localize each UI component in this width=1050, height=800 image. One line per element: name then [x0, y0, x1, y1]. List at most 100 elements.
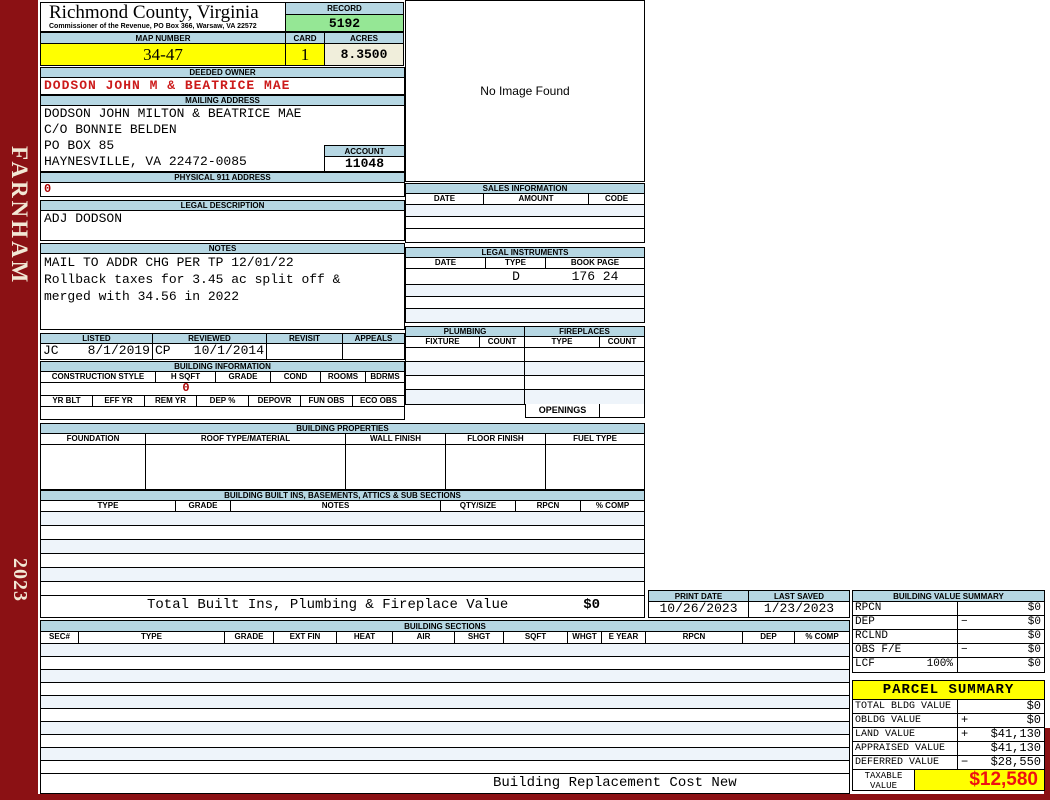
col-builtin-rpcn: RPCN: [516, 501, 581, 511]
county-subtitle: Commissioner of the Revenue, PO Box 366,…: [49, 23, 257, 30]
notes-box: MAIL TO ADDR CHG PER TP 12/01/22 Rollbac…: [40, 254, 405, 330]
col-foundation: FOUNDATION: [41, 434, 146, 444]
fuel-type-value: [546, 445, 644, 489]
listed-value: JC 8/1/2019: [41, 344, 153, 359]
building-info-header2: YR BLT EFF YR REM YR DEP % DEPOVR FUN OB…: [40, 396, 405, 407]
empty-row: [406, 376, 644, 390]
building-sections-title: BUILDING SECTIONS: [40, 620, 850, 632]
built-ins-total-row: Total Built Ins, Plumbing & Fireplace Va…: [41, 596, 644, 617]
col-eyear: E YEAR: [602, 632, 646, 643]
deeded-owner-value: DODSON JOHN M & BEATRICE MAE: [40, 78, 405, 95]
empty-row: [406, 362, 644, 376]
empty-row: [41, 761, 849, 774]
bvs-row-rpcn: RPCN $0: [853, 602, 1044, 616]
col-builtin-notes: NOTES: [231, 501, 441, 511]
building-properties-header-row: FOUNDATION ROOF TYPE/MATERIAL WALL FINIS…: [41, 434, 644, 445]
parcel-label: OBLDG VALUE: [855, 715, 922, 726]
empty-row: [406, 309, 644, 322]
col-instrument-date: DATE: [406, 258, 486, 268]
col-depovr: DEPOVR: [249, 396, 301, 406]
built-ins-title: BUILDING BUILT INS, BASEMENTS, ATTICS & …: [40, 490, 645, 501]
empty-row: [41, 709, 849, 722]
physical-address-value: 0: [40, 183, 405, 197]
col-sec: SEC#: [41, 632, 79, 643]
foundation-value: [41, 445, 146, 489]
col-instrument-type: TYPE: [486, 258, 546, 268]
empty-row: [41, 568, 644, 582]
building-properties-values: [41, 445, 644, 489]
plumbing-cell: [406, 362, 525, 375]
bvs-value: $0: [1027, 644, 1041, 656]
bvs-row-lcf: LCF 100% $0: [853, 658, 1044, 672]
building-info-values1: 0: [40, 382, 405, 396]
empty-row: [41, 540, 644, 554]
parcel-row-total-bldg: TOTAL BLDG VALUE $0: [853, 700, 1044, 714]
map-number-value: 34-47: [40, 43, 286, 66]
legal-instrument-row: D 176 24: [406, 269, 644, 285]
bvs-label: DEP: [855, 616, 875, 628]
notes-line: MAIL TO ADDR CHG PER TP 12/01/22: [44, 255, 294, 270]
built-ins-section: BUILDING BUILT INS, BASEMENTS, ATTICS & …: [40, 490, 645, 618]
county-title: Richmond County, Virginia: [49, 2, 259, 23]
no-image-message: No Image Found: [480, 84, 570, 98]
instrument-type: D: [512, 269, 520, 284]
property-record-card: FARNHAM 2023 Richmond County, Virginia C…: [0, 0, 1050, 800]
bvs-row-rclnd: RCLND $0: [853, 630, 1044, 644]
plumbing-cell: [406, 376, 525, 389]
col-builtin-qty: QTY/SIZE: [441, 501, 516, 511]
bottom-frame-bar: [0, 794, 1050, 800]
notes-label: NOTES: [40, 243, 405, 254]
reviewed-value: CP 10/1/2014: [153, 344, 267, 359]
col-fixture-count: COUNT: [480, 337, 525, 347]
print-date-value: 10/26/2023: [649, 602, 749, 617]
col-fuel-type: FUEL TYPE: [546, 434, 644, 444]
inspection-value-row: JC 8/1/2019 CP 10/1/2014: [40, 344, 405, 360]
listed-initials: JC: [43, 343, 59, 358]
legal-description-label: LEGAL DESCRIPTION: [40, 200, 405, 211]
notes-line: merged with 34.56 in 2022: [44, 289, 240, 304]
col-bdrms: BDRMS: [366, 372, 404, 382]
tax-year-label: 2023: [9, 558, 31, 602]
building-value-summary-title: BUILDING VALUE SUMMARY: [852, 590, 1045, 602]
col-roof-type: ROOF TYPE/MATERIAL: [146, 434, 346, 444]
plumbing-fireplaces-section: PLUMBING FIREPLACES FIXTURE COUNT TYPE C…: [405, 326, 645, 405]
plumbing-cell: [406, 348, 525, 361]
mailing-address-label: MAILING ADDRESS: [40, 95, 405, 106]
fireplace-cell: [525, 390, 644, 404]
parcel-summary-title: PARCEL SUMMARY: [852, 680, 1045, 700]
empty-row: [41, 644, 849, 657]
parcel-value: $0: [1026, 713, 1041, 727]
instrument-book-page: 176 24: [571, 269, 619, 284]
empty-row: [406, 229, 644, 242]
empty-row: [41, 696, 849, 709]
col-fireplace-count: COUNT: [600, 337, 644, 347]
parcel-value: $0: [1026, 699, 1041, 713]
col-comp: % COMP: [795, 632, 849, 643]
col-sale-date: DATE: [406, 194, 484, 204]
col-grade: GRADE: [225, 632, 274, 643]
bvs-value: $0: [1027, 658, 1041, 670]
parcel-label: APPRAISED VALUE: [855, 743, 946, 754]
empty-row: [41, 748, 849, 761]
fireplaces-title: FIREPLACES: [525, 326, 645, 337]
plumbing-cell: [406, 390, 525, 404]
fireplace-cell: [525, 362, 644, 375]
revisit-label: REVISIT: [267, 334, 343, 343]
empty-row: [41, 554, 644, 568]
col-shgt: SHGT: [455, 632, 504, 643]
col-construction-style: CONSTRUCTION STYLE: [41, 372, 156, 382]
col-yr-blt: YR BLT: [41, 396, 93, 406]
empty-row: [41, 582, 644, 596]
bvs-label: RPCN: [855, 602, 882, 614]
listed-date: 8/1/2019: [87, 343, 150, 358]
plumbing-fireplaces-header-row: FIXTURE COUNT TYPE COUNT: [406, 337, 644, 348]
col-ext-fin: EXT FIN: [274, 632, 337, 643]
replacement-cost-label: Building Replacement Cost New: [493, 775, 737, 791]
reviewed-label: REVIEWED: [153, 334, 267, 343]
taxable-value-row: TAXABLE VALUE $12,580: [853, 770, 1044, 791]
parcel-label: TOTAL BLDG VALUE: [855, 701, 952, 712]
parcel-op: +: [961, 713, 969, 727]
last-saved-value: 1/23/2023: [763, 601, 835, 616]
bvs-label: LCF: [855, 658, 875, 670]
empty-row: [406, 205, 644, 217]
